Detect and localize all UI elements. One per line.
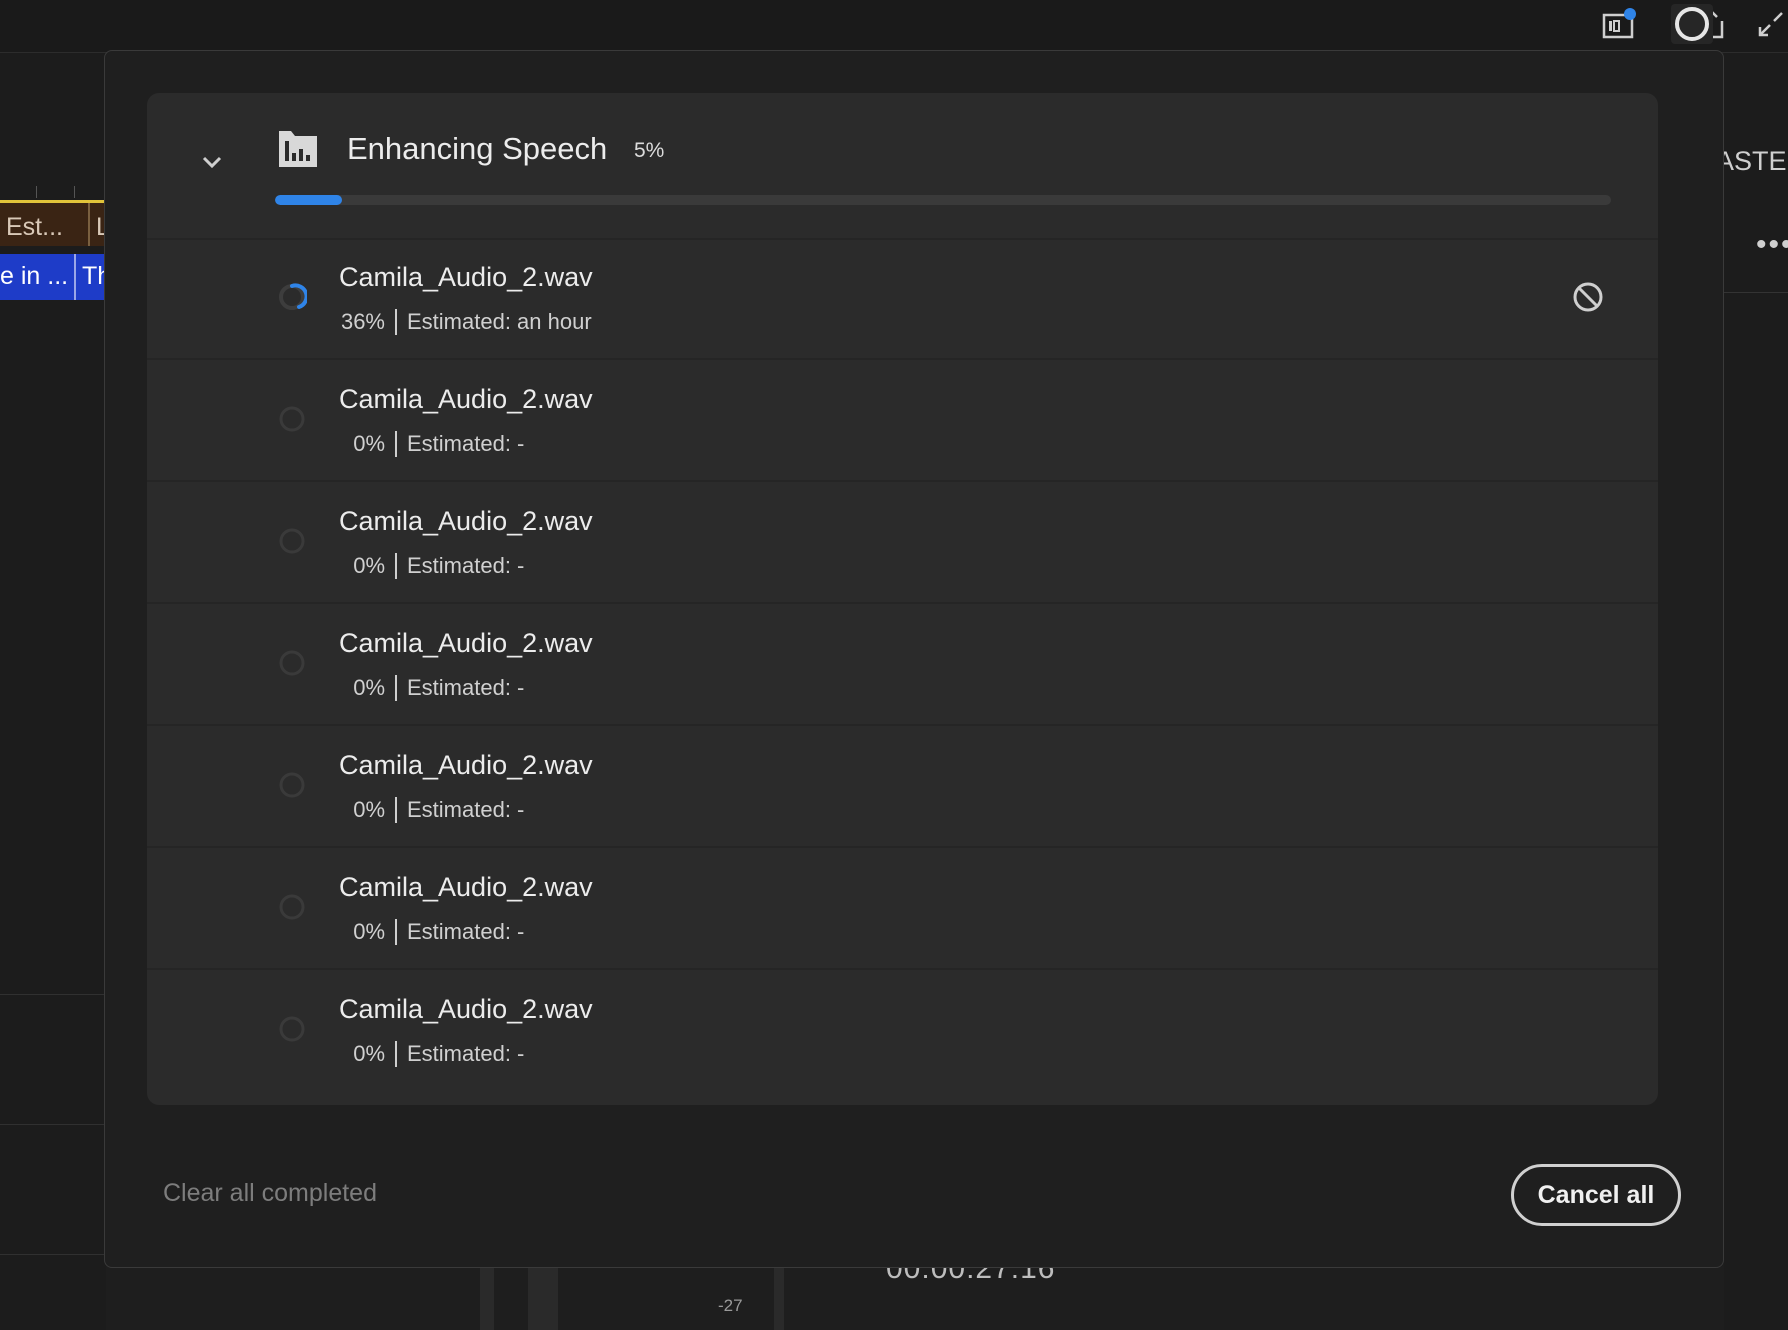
- separator: [395, 919, 397, 945]
- task-row: Camila_Audio_2.wav 0% Estimated: -: [147, 726, 1658, 848]
- separator: [395, 797, 397, 823]
- task-percent: 36%: [340, 309, 385, 334]
- task-file-name: Camila_Audio_2.wav: [339, 994, 593, 1024]
- task-percent: 0%: [353, 675, 385, 700]
- task-row: Camila_Audio_2.wav 36% Estimated: an hour: [147, 238, 1658, 360]
- audio-meter: [480, 1268, 494, 1330]
- separator: [395, 675, 397, 701]
- task-estimate: Estimated: -: [407, 431, 525, 456]
- separator: [395, 309, 397, 335]
- panel-tab-label[interactable]: ASTER: [1716, 146, 1788, 177]
- task-estimate: Estimated: an hour: [407, 309, 592, 334]
- task-percent: 0%: [353, 919, 385, 944]
- task-file-name: Camila_Audio_2.wav: [339, 506, 593, 536]
- pending-status-icon: [277, 770, 307, 800]
- task-file-name: Camila_Audio_2.wav: [339, 262, 593, 292]
- clip-label: e in ...: [0, 262, 69, 290]
- ruler-tick: [74, 186, 75, 198]
- task-group-card: Enhancing Speech 5% Camila_Audio_2.wav 36…: [147, 93, 1658, 1105]
- panel-divider: [0, 994, 106, 995]
- task-estimate: Estimated: -: [407, 919, 525, 944]
- task-row: Camila_Audio_2.wav 0% Estimated: -: [147, 970, 1658, 1092]
- task-percent: 0%: [353, 1041, 385, 1066]
- chevron-down-icon[interactable]: [197, 147, 227, 177]
- top-bar: [0, 0, 1788, 53]
- timeline-clip-track-2[interactable]: e in ... Th: [0, 254, 111, 300]
- collapse-icon[interactable]: [1752, 4, 1788, 44]
- separator: [395, 1041, 397, 1067]
- task-percent: 0%: [353, 797, 385, 822]
- clip-divider: [74, 254, 76, 300]
- separator: [395, 553, 397, 579]
- progress-bar-fill: [275, 195, 342, 205]
- task-row: Camila_Audio_2.wav 0% Estimated: -: [147, 604, 1658, 726]
- clip-divider: [88, 203, 90, 246]
- more-options-icon[interactable]: •••: [1756, 228, 1788, 262]
- meter-scale-label: -27: [718, 1296, 743, 1315]
- task-percent: 0%: [353, 431, 385, 456]
- task-status-line: 0% Estimated: -: [339, 553, 524, 579]
- pending-status-icon: [277, 526, 307, 556]
- progress-ring-icon[interactable]: [1671, 4, 1713, 44]
- task-group-progress-bar: [275, 195, 1611, 205]
- cancel-task-icon[interactable]: [1571, 280, 1605, 314]
- task-estimate: Estimated: -: [407, 675, 525, 700]
- task-group-header: Enhancing Speech 5%: [147, 93, 1658, 240]
- task-estimate: Estimated: -: [407, 1041, 525, 1066]
- pending-status-icon: [277, 404, 307, 434]
- pending-status-icon: [277, 892, 307, 922]
- task-group-percent: 5%: [634, 139, 665, 162]
- task-row: Camila_Audio_2.wav 0% Estimated: -: [147, 482, 1658, 604]
- task-status-line: 0% Estimated: -: [339, 797, 524, 823]
- task-estimate: Estimated: -: [407, 553, 525, 578]
- task-status-line: 0% Estimated: -: [339, 675, 524, 701]
- task-status-line: 0% Estimated: -: [339, 919, 524, 945]
- task-status-line: 0% Estimated: -: [339, 431, 524, 457]
- clear-completed-button[interactable]: Clear all completed: [163, 1179, 377, 1208]
- task-file-name: Camila_Audio_2.wav: [339, 750, 593, 780]
- task-percent: 0%: [353, 553, 385, 578]
- task-status-line: 36% Estimated: an hour: [339, 309, 592, 335]
- audio-folder-icon: [277, 127, 319, 169]
- task-file-name: Camila_Audio_2.wav: [339, 628, 593, 658]
- audio-meter: [528, 1268, 558, 1330]
- task-file-name: Camila_Audio_2.wav: [339, 384, 593, 414]
- task-row: Camila_Audio_2.wav 0% Estimated: -: [147, 360, 1658, 482]
- clip-label: Est...: [6, 213, 63, 241]
- spinner-icon: [277, 282, 309, 312]
- separator: [395, 431, 397, 457]
- background-tasks-dialog: Enhancing Speech 5% Camila_Audio_2.wav 36…: [104, 50, 1724, 1268]
- panel-notification-icon[interactable]: [1599, 4, 1641, 44]
- task-group-title: Enhancing Speech: [347, 131, 608, 166]
- audio-meter: [774, 1268, 784, 1330]
- panel-divider: [1724, 292, 1788, 293]
- task-row: Camila_Audio_2.wav 0% Estimated: -: [147, 848, 1658, 970]
- pending-status-icon: [277, 1014, 307, 1044]
- task-estimate: Estimated: -: [407, 797, 525, 822]
- task-status-line: 0% Estimated: -: [339, 1041, 524, 1067]
- ruler-tick: [36, 186, 37, 198]
- cancel-all-button[interactable]: Cancel all: [1511, 1164, 1681, 1226]
- panel-divider: [0, 1254, 106, 1255]
- panel-divider: [0, 1124, 106, 1125]
- task-file-name: Camila_Audio_2.wav: [339, 872, 593, 902]
- pending-status-icon: [277, 648, 307, 678]
